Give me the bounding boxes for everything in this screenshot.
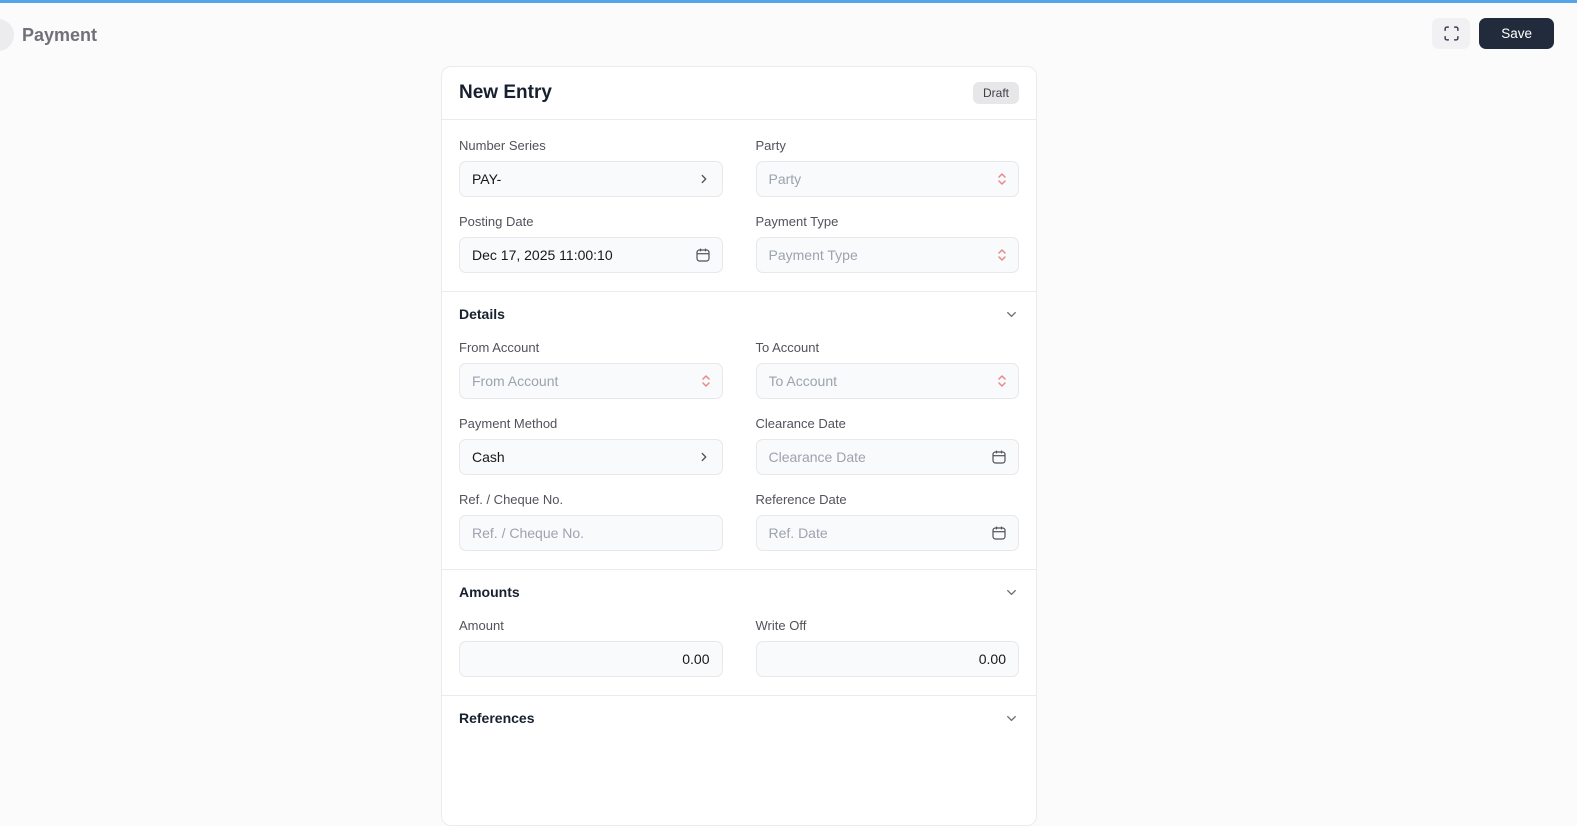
- sorter-updown-icon: [997, 374, 1007, 389]
- field-label: From Account: [459, 340, 540, 355]
- field-label: Amount: [459, 618, 504, 633]
- page-title: Payment: [22, 25, 98, 45]
- payment-method-value: Cash: [472, 449, 505, 465]
- party-select[interactable]: [755, 161, 1019, 197]
- field-label: Number Series: [459, 138, 546, 153]
- posting-date-control[interactable]: Dec 17, 2025 11:00:10: [459, 237, 723, 273]
- calendar-icon: [991, 525, 1007, 541]
- write-off-control[interactable]: [755, 641, 1019, 677]
- payment-type-input[interactable]: [768, 247, 984, 263]
- field-ref-cheque-no: Ref. / Cheque No.: [459, 492, 723, 551]
- section-amounts: Amount Write Off: [442, 600, 1036, 695]
- sorter-updown-icon: [997, 248, 1007, 263]
- field-label: To Account: [755, 340, 820, 355]
- posting-date-value: Dec 17, 2025 11:00:10: [472, 247, 613, 263]
- field-label: Clearance Date: [755, 416, 846, 431]
- fullscreen-button[interactable]: [1432, 18, 1471, 49]
- amount-control[interactable]: [459, 641, 723, 677]
- amount-input[interactable]: [472, 651, 710, 667]
- number-series-control[interactable]: PAY-: [459, 161, 723, 197]
- ref-cheque-no-input[interactable]: [472, 525, 688, 541]
- reference-date-control[interactable]: [755, 515, 1019, 551]
- field-label: Posting Date: [459, 214, 534, 229]
- clearance-date-control[interactable]: [755, 439, 1019, 475]
- section-title: Amounts: [459, 584, 520, 600]
- section-title: References: [459, 710, 535, 726]
- party-input[interactable]: [768, 171, 984, 187]
- calendar-icon: [991, 449, 1007, 465]
- save-button[interactable]: Save: [1479, 18, 1554, 49]
- section-details-header[interactable]: Details: [442, 292, 1036, 322]
- header-actions: Save: [1432, 18, 1554, 49]
- field-label: Payment Method: [459, 416, 558, 431]
- field-label: Payment Type: [755, 214, 839, 229]
- chevron-down-icon[interactable]: [1004, 585, 1019, 600]
- chevron-down-icon[interactable]: [1004, 711, 1019, 726]
- from-account-select[interactable]: [459, 363, 723, 399]
- chevron-right-icon: [697, 450, 711, 464]
- chevron-down-icon[interactable]: [1004, 307, 1019, 322]
- field-number-series: Number Series PAY-: [459, 138, 723, 197]
- number-series-value: PAY-: [472, 171, 502, 187]
- field-reference-date: Reference Date: [755, 492, 1019, 551]
- ref-cheque-no-control[interactable]: [459, 515, 723, 551]
- sorter-updown-icon: [701, 374, 711, 389]
- calendar-icon: [695, 247, 711, 263]
- field-label: Reference Date: [755, 492, 847, 507]
- reference-date-input[interactable]: [768, 525, 984, 541]
- field-from-account: From Account: [459, 340, 723, 399]
- field-label: Write Off: [755, 618, 807, 633]
- section-main: Number Series PAY- Party Posting Date De…: [442, 120, 1036, 291]
- payment-type-select[interactable]: [755, 237, 1019, 273]
- clearance-date-input[interactable]: [768, 449, 984, 465]
- entry-title: New Entry: [459, 82, 552, 103]
- header-bar: Payment Save: [0, 3, 1577, 66]
- field-clearance-date: Clearance Date: [755, 416, 1019, 475]
- entry-form-header: New Entry Draft: [442, 67, 1036, 119]
- status-badge: Draft: [972, 82, 1019, 104]
- entry-form-card: New Entry Draft Number Series PAY- Party: [441, 66, 1037, 826]
- sorter-updown-icon: [997, 172, 1007, 187]
- section-amounts-header[interactable]: Amounts: [442, 570, 1036, 600]
- field-payment-type: Payment Type: [755, 214, 1019, 273]
- section-references-header[interactable]: References: [442, 696, 1036, 726]
- field-payment-method: Payment Method Cash: [459, 416, 723, 475]
- scan-corners-icon: [1443, 25, 1460, 42]
- to-account-select[interactable]: [755, 363, 1019, 399]
- field-amount: Amount: [459, 618, 723, 677]
- field-write-off: Write Off: [755, 618, 1019, 677]
- field-label: Ref. / Cheque No.: [459, 492, 564, 507]
- from-account-input[interactable]: [472, 373, 688, 389]
- back-button[interactable]: [0, 19, 14, 51]
- field-to-account: To Account: [755, 340, 1019, 399]
- section-details: From Account To Account Payment Method C…: [442, 322, 1036, 569]
- field-posting-date: Posting Date Dec 17, 2025 11:00:10: [459, 214, 723, 273]
- payment-method-control[interactable]: Cash: [459, 439, 723, 475]
- field-label: Party: [755, 138, 786, 153]
- field-party: Party: [755, 138, 1019, 197]
- chevron-right-icon: [697, 172, 711, 186]
- write-off-input[interactable]: [768, 651, 1006, 667]
- section-title: Details: [459, 306, 505, 322]
- to-account-input[interactable]: [768, 373, 984, 389]
